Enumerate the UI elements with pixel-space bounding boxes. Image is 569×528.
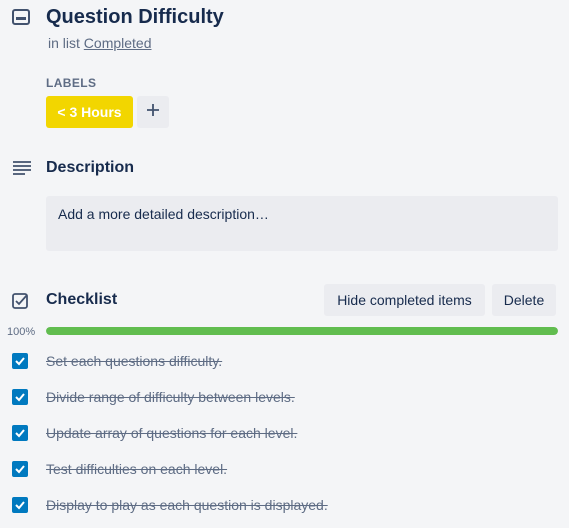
checklist-item-text[interactable]: Test difficulties on each level.: [46, 460, 227, 478]
check-icon: [15, 429, 25, 438]
progress-percent: 100%: [7, 326, 36, 338]
hide-completed-button[interactable]: Hide completed items: [324, 284, 485, 316]
checklist-item-text[interactable]: Divide range of difficulty between level…: [46, 388, 295, 406]
delete-checklist-button[interactable]: Delete: [492, 284, 556, 316]
in-list-line: in list Completed: [48, 34, 152, 52]
progress-bar: [46, 327, 558, 335]
check-icon: [15, 393, 25, 402]
checklist-icon: [12, 292, 30, 310]
checkbox[interactable]: [12, 353, 28, 369]
card-title[interactable]: Question Difficulty: [46, 4, 224, 30]
card-icon: [12, 8, 30, 26]
checklist-item-text[interactable]: Display to play as each question is disp…: [46, 496, 328, 514]
add-label-button[interactable]: [137, 96, 169, 128]
description-icon: [12, 160, 32, 176]
checklist-item-text[interactable]: Update array of questions for each level…: [46, 424, 297, 442]
checklist-item[interactable]: Test difficulties on each level.: [0, 456, 569, 492]
check-icon: [15, 357, 25, 366]
description-input[interactable]: Add a more detailed description…: [46, 196, 558, 251]
checklist-items: Set each questions difficulty. Divide ra…: [0, 348, 569, 528]
checklist-item[interactable]: Update array of questions for each level…: [0, 420, 569, 456]
in-list-prefix: in list: [48, 35, 80, 51]
checklist-item-text[interactable]: Set each questions difficulty.: [46, 352, 222, 370]
labels-heading: LABELS: [46, 76, 97, 90]
checklist-title[interactable]: Checklist: [46, 290, 117, 310]
checklist-item[interactable]: Display to play as each question is disp…: [0, 492, 569, 528]
checkbox[interactable]: [12, 389, 28, 405]
plus-icon: [146, 103, 160, 122]
check-icon: [15, 501, 25, 510]
label-chip[interactable]: < 3 Hours: [46, 96, 133, 128]
checkbox[interactable]: [12, 497, 28, 513]
checklist-item[interactable]: Set each questions difficulty.: [0, 348, 569, 384]
progress-fill: [46, 327, 558, 335]
checklist-item[interactable]: Divide range of difficulty between level…: [0, 384, 569, 420]
list-link[interactable]: Completed: [84, 35, 152, 51]
checkbox[interactable]: [12, 461, 28, 477]
description-title: Description: [46, 159, 135, 176]
check-icon: [15, 465, 25, 474]
checkbox[interactable]: [12, 425, 28, 441]
